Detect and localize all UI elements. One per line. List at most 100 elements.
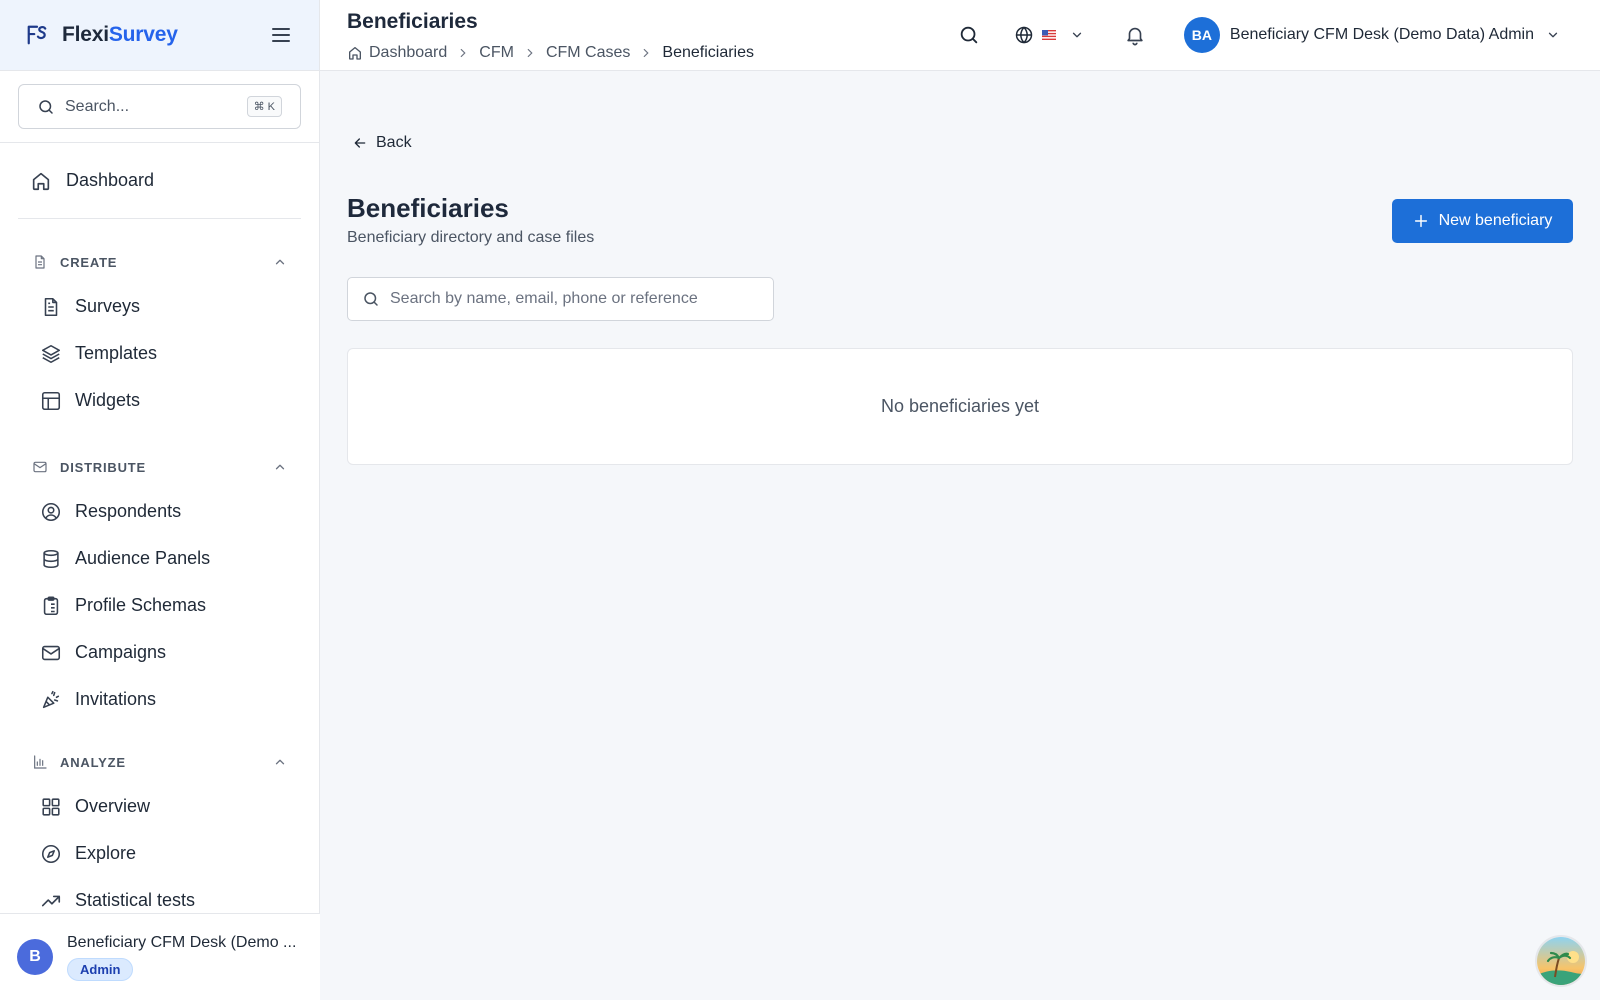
section-label: DISTRIBUTE bbox=[60, 459, 146, 475]
new-beneficiary-label: New beneficiary bbox=[1438, 212, 1553, 229]
sidebar-item-audience-panels[interactable]: Audience Panels bbox=[18, 535, 301, 582]
sidebar-search[interactable]: Search... ⌘ K bbox=[18, 84, 301, 129]
search-icon[interactable] bbox=[958, 24, 980, 46]
brand-name[interactable]: FlexiSurvey bbox=[62, 23, 178, 47]
sidebar-item-label: Profile Schemas bbox=[75, 595, 207, 615]
chevron-right-icon bbox=[460, 48, 466, 58]
compass-icon bbox=[41, 844, 61, 863]
user-circle-icon bbox=[41, 502, 61, 521]
sidebar-item-explore[interactable]: Explore bbox=[18, 830, 301, 877]
beneficiary-search-input[interactable] bbox=[390, 290, 750, 308]
back-label: Back bbox=[376, 134, 412, 151]
empty-state-card: No beneficiaries yet bbox=[347, 348, 1573, 465]
chevron-up-icon[interactable] bbox=[273, 755, 287, 769]
topbar: Beneficiaries Dashboard CFM CFM Cases Be… bbox=[320, 0, 1600, 71]
tropical-island-icon bbox=[1537, 937, 1585, 985]
avatar: BA bbox=[1183, 17, 1220, 53]
trending-up-icon bbox=[41, 895, 61, 906]
sidebar-item-label: Dashboard bbox=[66, 170, 155, 190]
section-label: CREATE bbox=[60, 254, 118, 270]
language-selector[interactable] bbox=[1014, 25, 1084, 45]
page-title: Beneficiaries bbox=[347, 193, 509, 223]
sidebar-item-surveys[interactable]: Surveys bbox=[18, 283, 301, 330]
database-icon bbox=[43, 549, 59, 568]
sidebar-search-placeholder: Search... bbox=[65, 97, 130, 115]
sidebar-item-label: Surveys bbox=[75, 296, 141, 316]
floating-assistant-button[interactable] bbox=[1535, 935, 1587, 987]
section-analyze-header[interactable]: ANALYZE bbox=[18, 741, 301, 783]
chevron-down-icon bbox=[1548, 32, 1558, 38]
sidebar-nav: Dashboard CREATE Surveys Templates Widge… bbox=[0, 143, 319, 924]
hamburger-menu-icon[interactable] bbox=[269, 23, 293, 47]
sidebar-item-templates[interactable]: Templates bbox=[18, 330, 301, 377]
section-create-header[interactable]: CREATE bbox=[18, 241, 301, 283]
chevron-up-icon[interactable] bbox=[273, 255, 287, 269]
section-label: ANALYZE bbox=[60, 754, 126, 770]
mail-icon bbox=[33, 461, 47, 473]
sidebar-item-respondents[interactable]: Respondents bbox=[18, 488, 301, 535]
sidebar-item-label: Respondents bbox=[75, 501, 182, 521]
sidebar-user-footer[interactable]: B Beneficiary CFM Desk (Demo ... Admin bbox=[0, 913, 320, 1000]
us-flag-icon bbox=[1041, 30, 1056, 40]
document-icon bbox=[35, 255, 45, 269]
search-shortcut-badge: ⌘ K bbox=[246, 96, 282, 117]
breadcrumb: Dashboard CFM CFM Cases Beneficiaries bbox=[347, 44, 754, 62]
party-popper-icon bbox=[42, 690, 60, 708]
layers-icon bbox=[41, 344, 61, 363]
home-icon bbox=[32, 172, 50, 190]
sidebar-item-label: Campaigns bbox=[75, 642, 167, 662]
role-badge: Admin bbox=[67, 957, 134, 981]
chevron-right-icon bbox=[644, 48, 649, 58]
sidebar-item-label: Templates bbox=[75, 343, 158, 363]
topbar-actions: BA Beneficiary CFM Desk (Demo Data) Admi… bbox=[958, 0, 1600, 70]
beneficiary-search[interactable] bbox=[347, 277, 774, 321]
sidebar-item-widgets[interactable]: Widgets bbox=[18, 377, 301, 424]
breadcrumb-current: Beneficiaries bbox=[662, 44, 754, 61]
chevron-down-icon bbox=[1072, 32, 1082, 38]
brand-bar: FlexiSurvey bbox=[0, 0, 319, 71]
section-distribute-header[interactable]: DISTRIBUTE bbox=[18, 446, 301, 488]
user-menu[interactable]: BA Beneficiary CFM Desk (Demo Data) Admi… bbox=[1183, 17, 1560, 53]
sidebar-item-overview[interactable]: Overview bbox=[18, 783, 301, 830]
section-analyze: ANALYZE Overview Explore Statistical tes… bbox=[18, 723, 301, 924]
new-beneficiary-button[interactable]: New beneficiary bbox=[1392, 199, 1573, 243]
sidebar-item-label: Statistical tests bbox=[75, 890, 196, 910]
arrow-left-icon bbox=[354, 138, 366, 148]
search-icon bbox=[39, 99, 53, 114]
flexisurvey-logo-icon[interactable] bbox=[26, 24, 48, 46]
sidebar-item-invitations[interactable]: Invitations bbox=[18, 676, 301, 723]
search-icon bbox=[364, 292, 378, 306]
file-text-icon bbox=[44, 297, 58, 316]
sidebar-item-campaigns[interactable]: Campaigns bbox=[18, 629, 301, 676]
clipboard-list-icon bbox=[43, 596, 59, 615]
bell-icon[interactable] bbox=[1124, 24, 1146, 46]
sidebar-item-profile-schemas[interactable]: Profile Schemas bbox=[18, 582, 301, 629]
user-name: Beneficiary CFM Desk (Demo Data) Admin bbox=[1229, 26, 1534, 43]
breadcrumb-cfm[interactable]: CFM bbox=[479, 44, 514, 62]
layout-icon bbox=[41, 391, 61, 410]
breadcrumb-cfm-cases[interactable]: CFM Cases bbox=[546, 44, 630, 62]
sidebar-item-label: Widgets bbox=[75, 390, 141, 410]
empty-state-message: No beneficiaries yet bbox=[880, 396, 1040, 416]
bar-chart-icon bbox=[34, 755, 47, 769]
page-subtitle: Beneficiary directory and case files bbox=[347, 229, 595, 246]
sidebar-item-label: Overview bbox=[75, 796, 151, 816]
home-icon bbox=[349, 47, 361, 60]
footer-user-name: Beneficiary CFM Desk (Demo ... bbox=[67, 933, 297, 951]
sidebar-item-label: Invitations bbox=[75, 689, 157, 709]
plus-icon bbox=[1414, 214, 1427, 228]
sidebar-item-label: Audience Panels bbox=[75, 548, 211, 568]
back-link[interactable]: Back bbox=[352, 134, 412, 152]
section-distribute: DISTRIBUTE Respondents Audience Panels P… bbox=[18, 424, 301, 723]
envelope-icon bbox=[41, 645, 61, 660]
chevron-right-icon bbox=[527, 48, 533, 58]
sidebar: FlexiSurvey Search... ⌘ K Dashboard CREA… bbox=[0, 0, 320, 1000]
section-create: CREATE Surveys Templates Widgets bbox=[18, 219, 301, 424]
topbar-title: Beneficiaries bbox=[347, 10, 478, 33]
sidebar-item-dashboard[interactable]: Dashboard bbox=[18, 143, 301, 219]
chevron-up-icon[interactable] bbox=[273, 460, 287, 474]
sidebar-item-label: Explore bbox=[75, 843, 137, 863]
avatar: B bbox=[17, 939, 53, 975]
breadcrumb-dashboard[interactable]: Dashboard bbox=[369, 44, 447, 62]
grid-icon bbox=[42, 797, 60, 816]
